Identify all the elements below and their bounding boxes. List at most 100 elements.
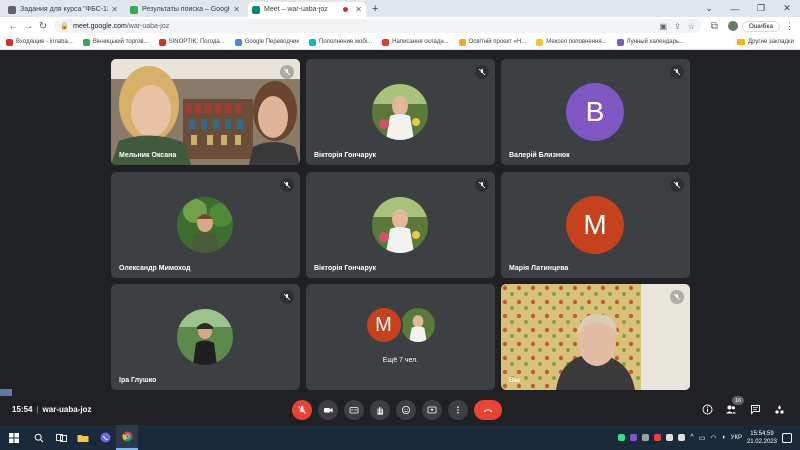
- tray-app-icon[interactable]: [678, 434, 686, 441]
- tray-app-icon[interactable]: [618, 434, 626, 441]
- tab-search-icon[interactable]: ⌄: [696, 3, 722, 14]
- participant-tile[interactable]: M Марія Латинцева: [501, 172, 690, 278]
- close-window-icon[interactable]: ✕: [774, 3, 800, 14]
- more-options-button[interactable]: [448, 400, 468, 420]
- mic-off-icon: [280, 178, 294, 192]
- forward-icon[interactable]: →: [21, 21, 36, 32]
- reload-icon[interactable]: ↻: [36, 21, 51, 32]
- close-tab-icon[interactable]: ✕: [233, 5, 240, 14]
- captions-button[interactable]: [344, 400, 364, 420]
- bookmark-item[interactable]: Вінницький торгов...: [82, 38, 149, 46]
- participant-name: Іра Глушко: [119, 377, 157, 384]
- participant-avatar: [177, 309, 233, 365]
- participant-tile[interactable]: Мельник Оксана: [111, 59, 300, 165]
- bookmark-label: Google Переводчик: [244, 39, 299, 45]
- tray-app-icon[interactable]: [630, 434, 638, 441]
- browser-tab-3[interactable]: Meet – war-uaba-joz ✕: [248, 2, 366, 17]
- mic-off-icon: [670, 290, 684, 304]
- participants-button[interactable]: 16: [724, 396, 744, 416]
- self-video-frame: [501, 284, 690, 390]
- activities-button[interactable]: [772, 402, 786, 416]
- call-controls: [292, 400, 502, 420]
- recording-dot-icon: [343, 7, 349, 12]
- omnibox[interactable]: 🔒 meet.google.com/war-uaba-joz ▣ ⇪ ☆: [54, 19, 701, 33]
- bookmark-label: Пополнение мобі...: [319, 39, 373, 45]
- tray-app-icon[interactable]: [642, 434, 650, 441]
- profile-button[interactable]: Ошибка: [727, 20, 780, 32]
- minimize-icon[interactable]: —: [722, 4, 748, 14]
- address-bar: ← → ↻ 🔒 meet.google.com/war-uaba-joz ▣ ⇪…: [0, 17, 800, 35]
- browser-tab-1[interactable]: Задания для курса "ФБС-13 УКР ✕: [4, 2, 122, 17]
- chrome-icon: [121, 431, 132, 442]
- camera-toggle-button[interactable]: [318, 400, 338, 420]
- present-screen-icon: [427, 406, 437, 414]
- windows-start-button[interactable]: [0, 425, 28, 450]
- raise-hand-button[interactable]: [370, 400, 390, 420]
- browser-tab-label: Meet – war-uaba-joz: [264, 6, 328, 13]
- bookmark-item[interactable]: Написання складн...: [382, 38, 449, 46]
- leave-call-button[interactable]: [474, 400, 502, 420]
- bookmark-item[interactable]: Лунный календарь...: [616, 38, 684, 46]
- new-tab-button[interactable]: +: [372, 2, 378, 17]
- input-language[interactable]: УКР: [731, 435, 742, 441]
- close-tab-icon[interactable]: ✕: [355, 5, 362, 14]
- back-icon[interactable]: ←: [6, 21, 21, 32]
- bookmark-label: Освітній проект «Н...: [468, 39, 527, 45]
- chrome-button[interactable]: [116, 425, 138, 450]
- tray-app-icon[interactable]: [666, 434, 674, 441]
- participant-tile[interactable]: Олександр Мимоход: [111, 172, 300, 278]
- menu-icon[interactable]: ⋮: [785, 21, 794, 32]
- maximize-icon[interactable]: ❐: [748, 3, 774, 14]
- participant-name: Вікторія Гончарук: [314, 265, 377, 272]
- other-bookmarks[interactable]: Другие закладки: [737, 39, 794, 45]
- bookmark-item[interactable]: SINOPTIK: Погода...: [158, 38, 225, 46]
- participant-avatar: [398, 306, 437, 344]
- mic-off-icon: [670, 178, 684, 192]
- reactions-button[interactable]: [396, 400, 416, 420]
- clock-date: 21.02.2023: [746, 438, 777, 445]
- bookmark-item[interactable]: Пополнение мобі...: [309, 38, 373, 46]
- tray-app-icon[interactable]: [654, 434, 662, 441]
- more-participants-tile[interactable]: M Ещё 7 чел.: [306, 284, 495, 390]
- mic-toggle-button[interactable]: [292, 400, 312, 420]
- system-clock[interactable]: 15:54:59 21.02.2023: [747, 430, 777, 446]
- extensions-icon[interactable]: ⧉: [707, 21, 722, 32]
- participant-tile[interactable]: Іра Глушко: [111, 284, 300, 390]
- avatar-letter: B: [585, 96, 605, 127]
- share-icon[interactable]: ⇪: [674, 22, 681, 31]
- participant-video: [111, 59, 300, 165]
- more-vert-icon: [457, 406, 459, 414]
- participant-tile[interactable]: Вікторія Гончарук: [306, 172, 495, 278]
- mic-off-icon: [298, 406, 306, 414]
- bookmark-item[interactable]: Входящие - innaba...: [6, 38, 73, 46]
- present-button[interactable]: [422, 400, 442, 420]
- close-tab-icon[interactable]: ✕: [111, 5, 118, 14]
- battery-icon[interactable]: ▭: [699, 434, 706, 442]
- bookmark-star-icon[interactable]: ☆: [688, 22, 695, 31]
- wifi-icon[interactable]: ◠: [710, 434, 716, 442]
- self-view-tile[interactable]: Вы: [501, 284, 690, 390]
- activities-icon: [774, 404, 783, 414]
- participant-tile[interactable]: B Валерій Близнюк: [501, 59, 690, 165]
- bookmark-item[interactable]: Освітній проект «Н...: [458, 38, 527, 46]
- chevron-up-icon[interactable]: ^: [690, 434, 693, 441]
- file-explorer-button[interactable]: [72, 425, 94, 450]
- meeting-details-button[interactable]: [700, 402, 714, 416]
- meeting-info: 15:54 | war-uaba-joz: [12, 405, 91, 414]
- lock-icon[interactable]: 🔒: [60, 22, 69, 30]
- participant-name: Мельник Оксана: [119, 152, 177, 159]
- other-bookmarks-label: Другие закладки: [748, 39, 794, 45]
- browser-tab-2[interactable]: Результаты поиска – Google Ди ✕: [126, 2, 244, 17]
- camera-permission-icon[interactable]: ▣: [660, 22, 668, 31]
- volume-icon[interactable]: ◖: [721, 434, 725, 441]
- info-icon: [702, 404, 712, 414]
- notifications-icon[interactable]: [782, 432, 792, 443]
- chat-button[interactable]: [748, 402, 762, 416]
- bookmark-item[interactable]: Google Переводчик: [234, 38, 299, 46]
- search-button[interactable]: [28, 425, 50, 450]
- viber-button[interactable]: [94, 425, 116, 450]
- bookmark-item[interactable]: Мексел поповнення...: [536, 38, 607, 46]
- task-view-button[interactable]: [50, 425, 72, 450]
- star-icon: [309, 38, 316, 46]
- participant-tile[interactable]: Вікторія Гончарук: [306, 59, 495, 165]
